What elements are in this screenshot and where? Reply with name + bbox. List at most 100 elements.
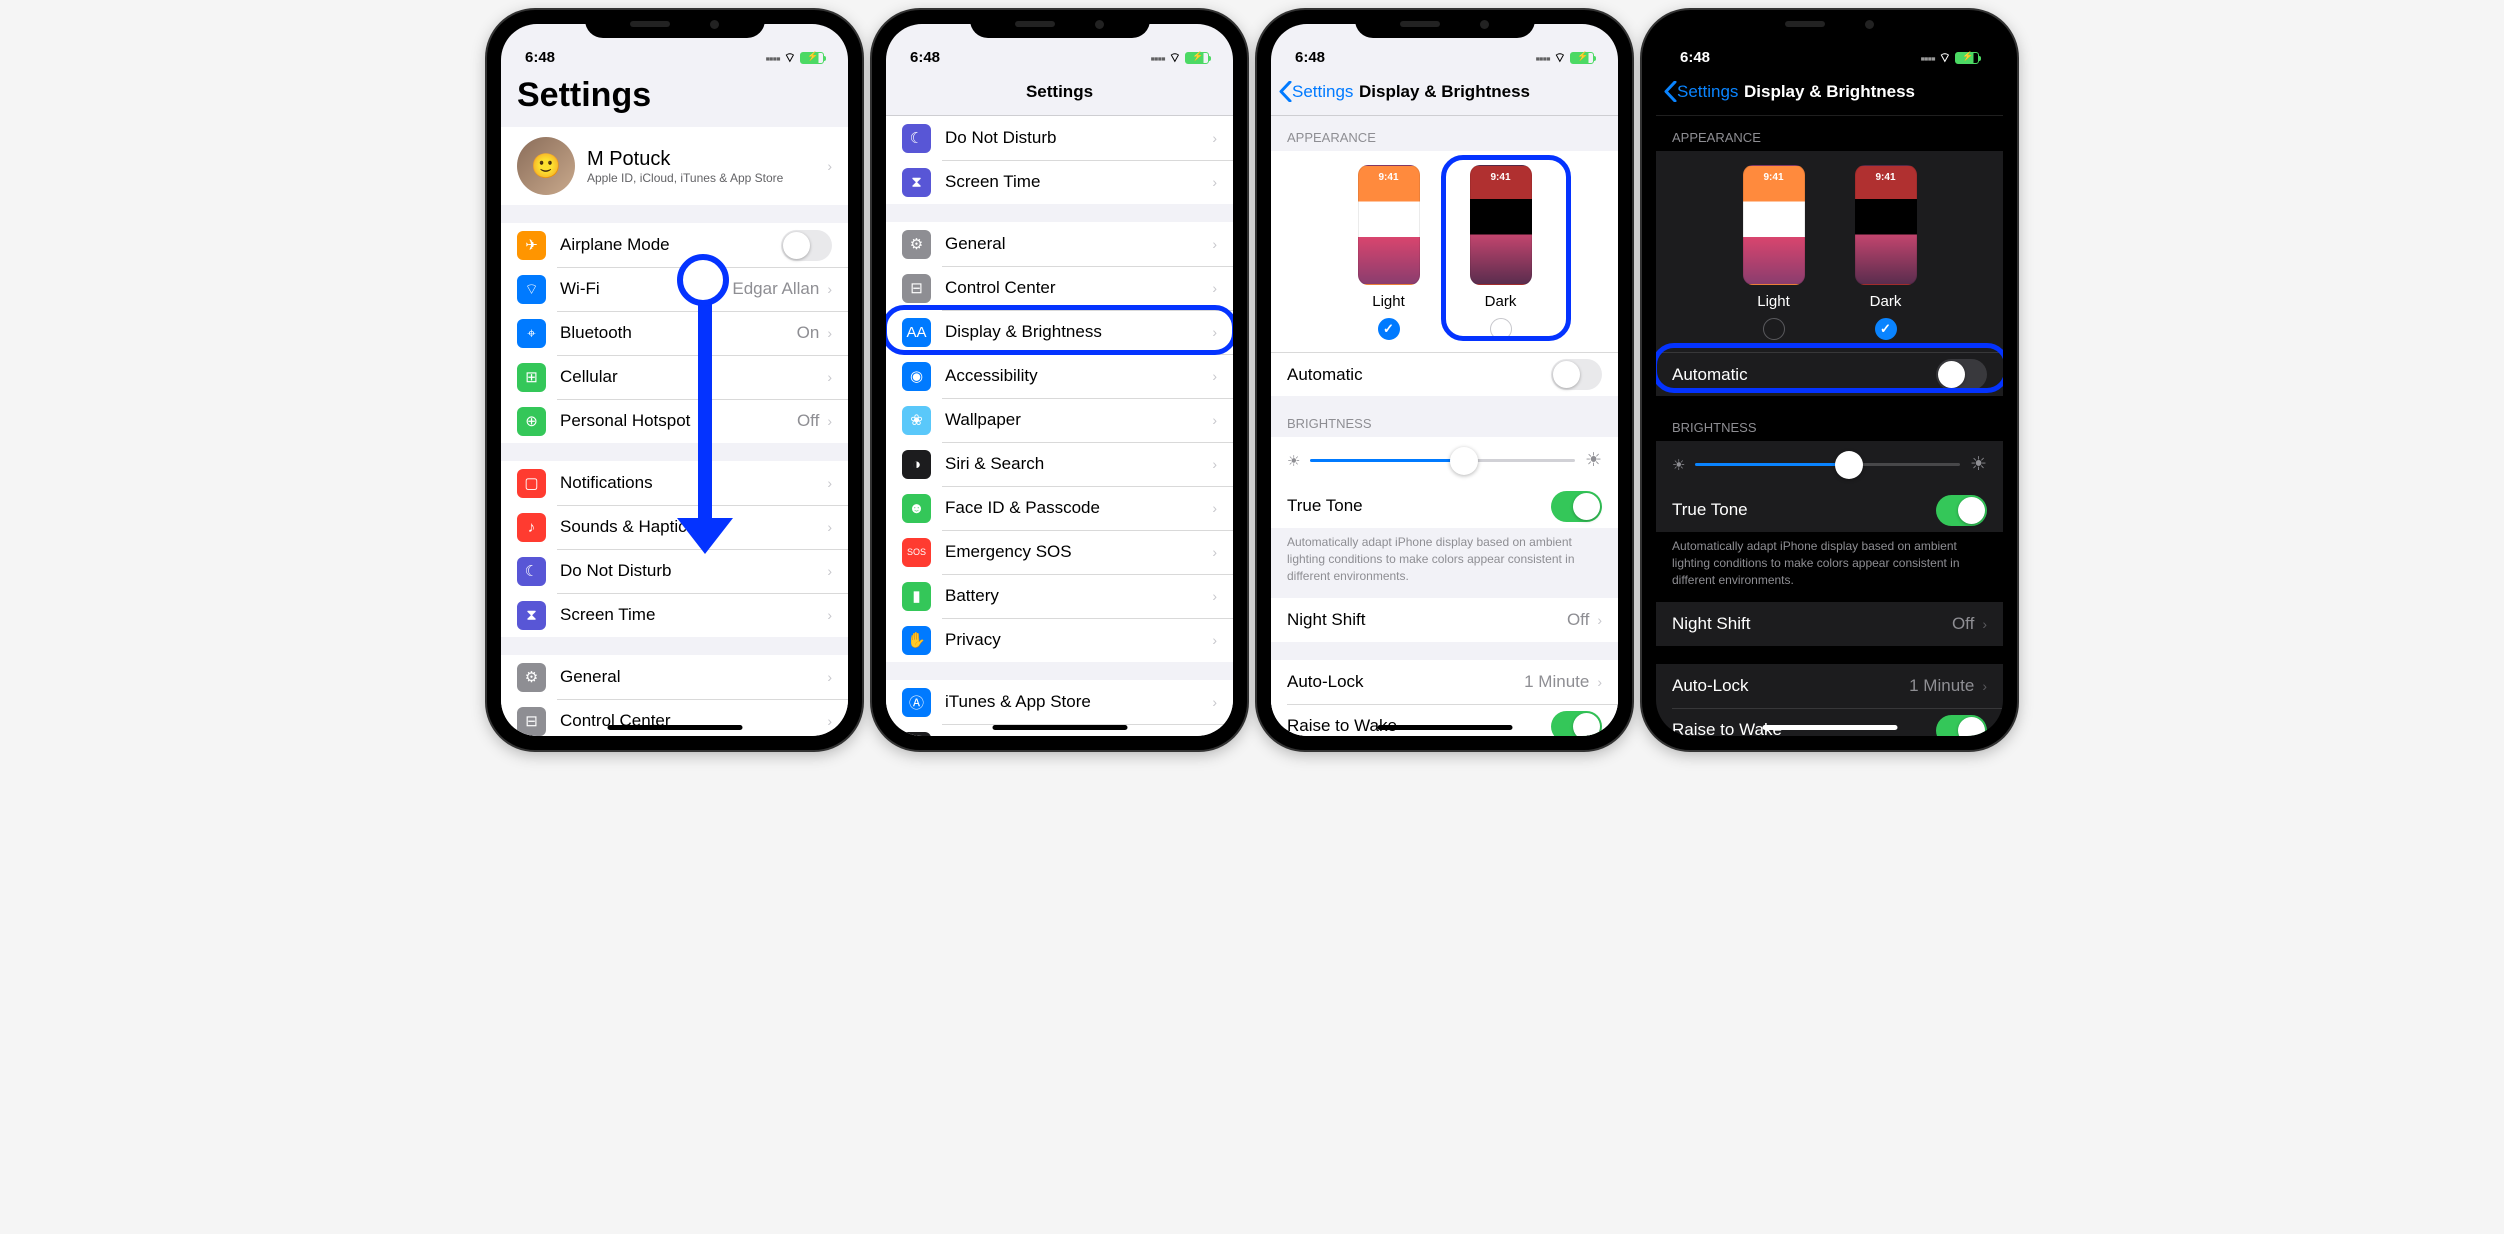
settings-cell[interactable]: ▢Notifications› (501, 461, 848, 505)
appearance-header: APPEARANCE (1271, 116, 1618, 151)
cell-icon: ⧗ (902, 168, 931, 197)
night-shift-cell[interactable]: Night Shift Off › (1271, 598, 1618, 642)
chevron-icon: › (827, 475, 832, 491)
true-tone-cell[interactable]: True Tone (1656, 488, 2003, 532)
settings-cell[interactable]: ⚙General› (501, 655, 848, 699)
account-name: M Potuck (587, 148, 825, 171)
radio-icon (1763, 318, 1785, 340)
cell-icon: ▢ (517, 469, 546, 498)
chevron-icon: › (827, 669, 832, 685)
home-indicator[interactable] (607, 725, 742, 730)
chevron-icon: › (827, 519, 832, 535)
auto-lock-cell[interactable]: Auto-Lock 1 Minute › (1656, 664, 2003, 708)
annotation-arrow-head (677, 518, 733, 554)
true-tone-cell[interactable]: True Tone (1271, 484, 1618, 528)
cell-icon: ▬ (902, 732, 931, 737)
raise-switch[interactable] (1551, 711, 1602, 736)
cell-icon: ☻ (902, 494, 931, 523)
chevron-icon: › (1212, 368, 1217, 384)
status-time: 6:48 (525, 49, 555, 66)
settings-cell[interactable]: ✋Privacy› (886, 618, 1233, 662)
cell-icon: ♪ (517, 513, 546, 542)
cell-icon: SOS (902, 538, 931, 567)
chevron-icon: › (827, 413, 832, 429)
auto-lock-cell[interactable]: Auto-Lock 1 Minute › (1271, 660, 1618, 704)
settings-cell[interactable]: ☾Do Not Disturb› (886, 116, 1233, 160)
settings-cell[interactable]: ▮Battery› (886, 574, 1233, 618)
settings-cell[interactable]: ⒶiTunes & App Store› (886, 680, 1233, 724)
settings-cell[interactable]: ⊞Cellular› (501, 355, 848, 399)
settings-cell[interactable]: ❀Wallpaper› (886, 398, 1233, 442)
chevron-icon: › (1212, 412, 1217, 428)
cell-icon: ⚙ (517, 663, 546, 692)
night-shift-cell[interactable]: Night Shift Off › (1656, 602, 2003, 646)
cell-icon: ☾ (902, 124, 931, 153)
back-button[interactable]: Settings (1664, 81, 1738, 102)
apple-id-cell[interactable]: 🙂 M Potuck Apple ID, iCloud, iTunes & Ap… (501, 127, 848, 205)
cell-icon: ◉ (902, 362, 931, 391)
settings-cell[interactable]: ✈Airplane Mode (501, 223, 848, 267)
raise-to-wake-cell[interactable]: Raise to Wake (1656, 708, 2003, 736)
settings-cell[interactable]: ⊟Control Center› (501, 699, 848, 736)
chevron-icon: › (1212, 174, 1217, 190)
chevron-icon: › (827, 563, 832, 579)
annotation-highlight-dark (1441, 155, 1571, 341)
phone-4: 6:48▪▪▪▪⌔ Settings Display & Brightness … (1642, 10, 2017, 750)
page-title: Settings (501, 68, 848, 127)
raise-to-wake-cell[interactable]: Raise to Wake (1271, 704, 1618, 736)
cell-icon: ❀ (902, 406, 931, 435)
chevron-icon: › (827, 325, 832, 341)
sun-large-icon: ☀︎ (1585, 449, 1602, 472)
home-indicator[interactable] (1762, 725, 1897, 730)
radio-checked-icon (1875, 318, 1897, 340)
chevron-icon: › (1212, 588, 1217, 604)
appearance-dark[interactable]: 9:41 Dark (1855, 165, 1917, 340)
settings-cell[interactable]: ⌔Wi-FiEdgar Allan› (501, 267, 848, 311)
chevron-icon: › (827, 369, 832, 385)
true-tone-switch[interactable] (1936, 495, 1987, 526)
settings-cell[interactable]: ⧗Screen Time› (501, 593, 848, 637)
brightness-header: BRIGHTNESS (1271, 396, 1618, 437)
automatic-switch[interactable] (1551, 359, 1602, 390)
brightness-slider[interactable]: ☀︎ ☀︎ (1656, 441, 2003, 488)
settings-cell[interactable]: ⧗Screen Time› (886, 160, 1233, 204)
settings-cell[interactable]: ♪Sounds & Haptics› (501, 505, 848, 549)
settings-cell[interactable]: SOSEmergency SOS› (886, 530, 1233, 574)
battery-icon (800, 52, 824, 64)
settings-cell[interactable]: ☻Face ID & Passcode› (886, 486, 1233, 530)
cell-icon: ⊞ (517, 363, 546, 392)
chevron-icon: › (1212, 632, 1217, 648)
home-indicator[interactable] (1377, 725, 1512, 730)
cell-icon: ⌔ (517, 275, 546, 304)
settings-cell[interactable]: ⌖BluetoothOn› (501, 311, 848, 355)
toggle-switch[interactable] (781, 230, 832, 261)
settings-cell[interactable]: ⚙General› (886, 222, 1233, 266)
nav-title: Settings (1026, 82, 1093, 102)
cell-icon: ⧗ (517, 601, 546, 630)
home-indicator[interactable] (992, 725, 1127, 730)
chevron-icon: › (1212, 130, 1217, 146)
back-button[interactable]: Settings (1279, 81, 1353, 102)
chevron-icon: › (827, 158, 832, 174)
cell-icon: ▮ (902, 582, 931, 611)
appearance-light[interactable]: 9:41 Light (1743, 165, 1805, 340)
settings-cell[interactable]: ◑Siri & Search› (886, 442, 1233, 486)
true-tone-switch[interactable] (1551, 491, 1602, 522)
phone-3: 6:48▪▪▪▪⌔ Settings Display & Brightness … (1257, 10, 1632, 750)
avatar: 🙂 (517, 137, 575, 195)
chevron-icon: › (1212, 456, 1217, 472)
settings-cell[interactable]: ⊕Personal HotspotOff› (501, 399, 848, 443)
cell-icon: ☾ (517, 557, 546, 586)
cell-icon: ⊟ (902, 274, 931, 303)
chevron-icon: › (827, 281, 832, 297)
settings-cell[interactable]: ☾Do Not Disturb› (501, 549, 848, 593)
cell-icon: ⌖ (517, 319, 546, 348)
settings-cell[interactable]: ⊟Control Center› (886, 266, 1233, 310)
automatic-cell[interactable]: Automatic (1271, 352, 1618, 396)
brightness-slider[interactable]: ☀︎ ☀︎ (1271, 437, 1618, 484)
cell-icon: ✋ (902, 626, 931, 655)
appearance-light[interactable]: 9:41 Light (1358, 165, 1420, 340)
settings-cell[interactable]: ◉Accessibility› (886, 354, 1233, 398)
raise-switch[interactable] (1936, 715, 1987, 736)
annotation-highlight-auto (1656, 343, 2003, 393)
